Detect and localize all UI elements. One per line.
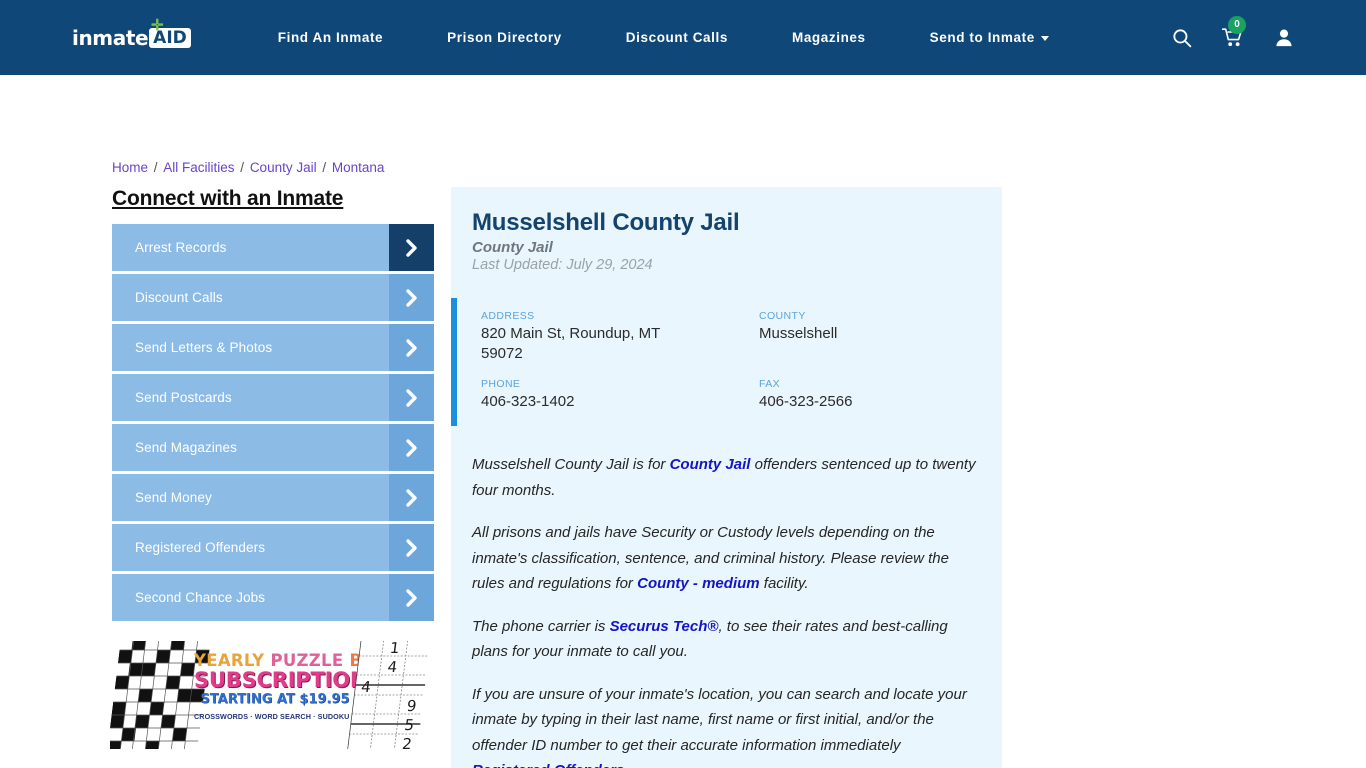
paragraph-3-text-a: The phone carrier is [472,617,610,635]
facility-header: Musselshell County Jail County Jail Last… [451,209,1002,273]
phone-field: PHONE 406-323-1402 [481,378,759,412]
fax-value: 406-323-2566 [759,393,853,410]
description-paragraph-1: Musselshell County Jail is for County Ja… [472,452,981,503]
description-paragraph-2: All prisons and jails have Security or C… [472,520,981,597]
sidebar-item-registered-offenders[interactable]: Registered Offenders [112,524,434,571]
fax-label: FAX [759,378,781,390]
link-registered-offenders[interactable]: Registered Offenders [472,762,624,768]
svg-text:2: 2 [401,735,413,749]
sidebar-item-second-chance-jobs[interactable]: Second Chance Jobs [112,574,434,621]
sidebar-item-label: Send Magazines [135,440,237,455]
county-field: COUNTY Musselshell [759,310,1002,364]
plus-icon: ✛ [151,16,164,34]
sidebar-item-label: Registered Offenders [135,540,266,555]
breadcrumb-item-county-jail[interactable]: County Jail [250,160,317,175]
fax-field: FAX 406-323-2566 [759,378,1002,412]
nav-item-magazines[interactable]: Magazines [760,30,898,45]
phone-value: 406-323-1402 [481,393,575,410]
sidebar-item-send-magazines[interactable]: Send Magazines [112,424,434,471]
sidebar-item-label: Send Postcards [135,390,232,405]
nav-item-find-an-inmate[interactable]: Find An Inmate [246,30,415,45]
chevron-right-icon [389,224,434,271]
sidebar-item-label: Send Letters & Photos [135,340,273,355]
top-navigation-bar: inmate ✛ AID Find An Inmate Prison Direc… [0,0,1366,75]
breadcrumb-item-montana[interactable]: Montana [332,160,385,175]
sidebar-item-arrest-records[interactable]: Arrest Records [112,224,434,271]
last-updated-text: Last Updated: July 29, 2024 [472,257,653,273]
account-icon[interactable] [1272,25,1296,51]
breadcrumb-item-all-facilities[interactable]: All Facilities [163,160,234,175]
cart-count-badge: 0 [1228,15,1246,34]
breadcrumb-item-home[interactable]: Home [112,160,148,175]
ad-headline-line2: SUBSCRIPTIONS [194,668,383,692]
sidebar-item-label: Second Chance Jobs [135,590,266,605]
search-icon[interactable] [1170,25,1194,51]
chevron-right-icon [389,374,434,421]
nav-item-discount-calls[interactable]: Discount Calls [594,30,760,45]
logo-wordmark: inmate [72,25,149,50]
chevron-right-icon [389,324,434,371]
link-county-medium[interactable]: County - medium [637,575,760,592]
chevron-right-icon [389,524,434,571]
sidebar-title: Connect with an Inmate [112,187,344,210]
description-paragraph-4: If you are unsure of your inmate's locat… [472,682,981,768]
address-field: ADDRESS 820 Main St, Roundup, MT 59072 [481,310,759,364]
breadcrumb-separator: / [318,160,330,175]
link-county-jail[interactable]: County Jail [670,456,751,473]
chevron-right-icon [389,274,434,321]
chevron-right-icon [389,574,434,621]
nav-icon-group: 0 [1170,15,1296,51]
sidebar-item-label: Discount Calls [135,290,223,305]
puzzle-book-ad[interactable]: YEARLY PUZZLE BOOK SUBSCRIPTIONS STARTIN… [110,641,430,749]
primary-nav: Find An Inmate Prison Directory Discount… [246,30,1069,45]
breadcrumb: Home / All Facilities / County Jail / Mo… [112,160,384,175]
paragraph-2-text-b: facility. [759,575,809,592]
sidebar-item-label: Arrest Records [135,240,227,255]
page-body: Home / All Facilities / County Jail / Mo… [0,75,1366,768]
sidebar-item-send-postcards[interactable]: Send Postcards [112,374,434,421]
breadcrumb-separator: / [236,160,248,175]
nav-item-prison-directory[interactable]: Prison Directory [415,30,594,45]
link-securus-tech[interactable]: Securus Tech® [610,618,719,635]
address-label: ADDRESS [481,310,535,322]
sidebar-item-discount-calls[interactable]: Discount Calls [112,274,434,321]
facility-card: Musselshell County Jail County Jail Last… [451,187,1002,768]
ad-text-block: YEARLY PUZZLE BOOK SUBSCRIPTIONS STARTIN… [194,651,417,721]
sidebar-item-send-letters-photos[interactable]: Send Letters & Photos [112,324,434,371]
nav-item-send-to-inmate-label: Send to Inmate [929,30,1035,45]
address-value: 820 Main St, Roundup, MT 59072 [481,325,660,362]
ad-categories-line: CROSSWORDS · WORD SEARCH · SUDOKU · BRAI… [194,712,417,721]
nav-item-send-to-inmate[interactable]: Send to Inmate [898,30,1069,45]
breadcrumb-separator: / [150,160,162,175]
cart-icon[interactable]: 0 [1221,15,1246,51]
facility-description: Musselshell County Jail is for County Ja… [451,426,1002,768]
facility-info-block: ADDRESS 820 Main St, Roundup, MT 59072 C… [451,298,1002,426]
sidebar-item-label: Send Money [135,490,212,505]
ad-price-line: STARTING AT $19.95 [200,692,350,707]
description-paragraph-3: The phone carrier is Securus Tech®, to s… [472,614,981,665]
chevron-down-icon [1040,35,1049,41]
sudoku-grid-graphic: 1 4 4 9 5 2 [346,641,430,749]
sidebar: Connect with an Inmate Arrest Records Di… [112,187,434,624]
phone-label: PHONE [481,378,521,390]
page-title: Musselshell County Jail [472,209,740,236]
site-logo[interactable]: inmate ✛ AID [72,16,191,53]
chevron-right-icon [389,474,434,521]
county-value: Musselshell [759,325,838,342]
chevron-right-icon [389,424,434,471]
sidebar-item-send-money[interactable]: Send Money [112,474,434,521]
paragraph-1-text-a: Musselshell County Jail is for [472,456,670,473]
paragraph-4-text-a: If you are unsure of your inmate's locat… [472,685,967,754]
county-label: COUNTY [759,310,806,322]
facility-type: County Jail [472,239,553,256]
